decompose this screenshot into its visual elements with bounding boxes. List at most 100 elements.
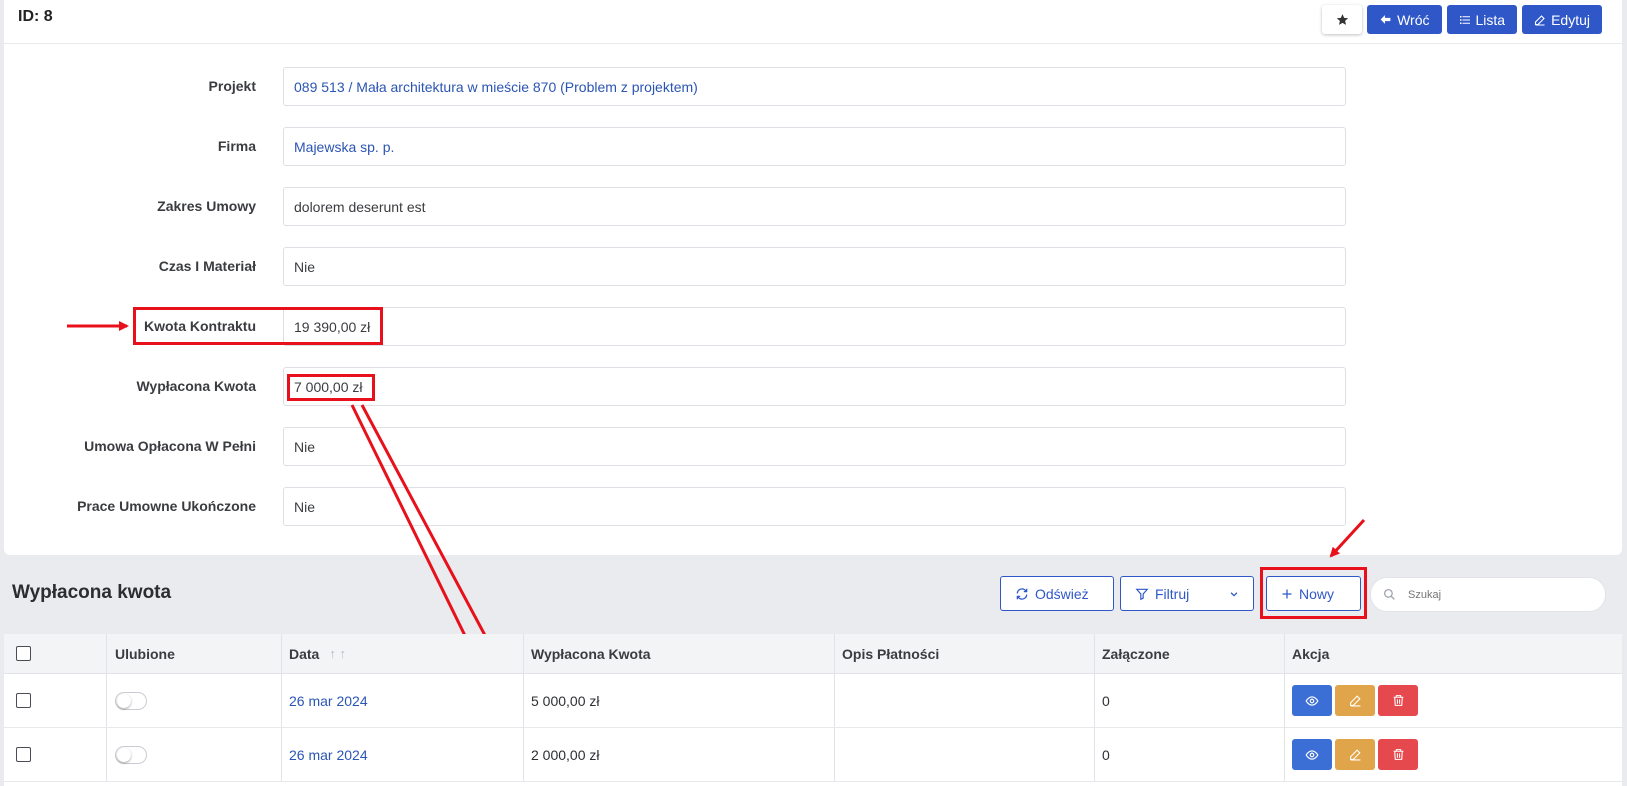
column-separator [834,634,835,673]
column-separator [106,634,107,673]
field-label: Wypłacona Kwota [136,378,256,394]
view-button[interactable] [1292,685,1332,716]
column-date-label: Data [289,645,320,662]
action-cell [1292,674,1421,727]
column-action: Akcja [1292,645,1330,662]
list-button-label: Lista [1475,11,1506,28]
search-icon [1383,588,1395,600]
table-header: Ulubione Data ↑ ↑ Wypłacona Kwota Opis P… [4,634,1622,674]
field-row-project: Projekt 089 513 / Mała architektura w mi… [4,67,1622,107]
attached-cell: 0 [1102,692,1110,709]
section-title: Wypłacona kwota [12,582,172,603]
new-button[interactable]: Nowy [1266,576,1361,611]
attached-cell: 0 [1102,746,1110,763]
pencil-icon [1349,695,1361,707]
new-button-label: Nowy [1299,585,1335,602]
edit-button[interactable]: Edytuj [1522,5,1602,34]
highlight-contract-amount [133,307,383,345]
row-select-cell [16,674,31,727]
select-all-cell [16,634,31,673]
column-date[interactable]: Data ↑ ↑ [289,634,346,673]
date-link[interactable]: 26 mar 2024 [289,728,368,781]
favorite-toggle[interactable] [115,745,147,764]
header-actions: Wróć Lista Edytuj [1322,5,1602,34]
project-field[interactable]: 089 513 / Mała architektura w mieście 87… [283,67,1346,106]
list-button[interactable]: Lista [1446,5,1518,34]
column-separator [1094,674,1095,727]
favorite-toggle[interactable] [115,691,147,710]
table-row: 26 mar 2024 2 000,00 zł 0 [4,728,1622,782]
column-separator [1094,634,1095,673]
work-completed-field: Nie [283,487,1346,526]
column-separator [281,674,282,727]
field-row-time-material: Czas I Materiał Nie [4,247,1622,287]
paid-amount-cell: 5 000,00 zł [531,692,600,709]
search-input[interactable] [1408,588,1588,601]
field-label: Czas I Materiał [158,258,256,274]
column-separator [834,674,835,727]
arrow-left-icon [1380,15,1391,24]
column-separator [281,634,282,673]
column-paid-amount[interactable]: Wypłacona Kwota [531,634,651,673]
table-row: 26 mar 2024 5 000,00 zł 0 [4,674,1622,728]
column-separator [523,674,524,727]
column-separator [834,728,835,781]
plus-icon [1282,589,1292,598]
pencil-icon [1349,749,1361,761]
field-row-paid-amount: Wypłacona Kwota 7 000,00 zł [4,367,1622,407]
filter-icon [1135,588,1149,600]
search-box[interactable] [1370,577,1606,612]
field-row-work-completed: Prace Umowne Ukończone Nie [4,487,1622,527]
favorite-cell [115,674,147,727]
column-separator [106,674,107,727]
back-button[interactable]: Wróć [1367,5,1442,34]
action-cell [1292,728,1421,781]
column-separator [1284,728,1285,781]
row-checkbox[interactable] [16,693,31,708]
fully-paid-field: Nie [283,427,1346,466]
delete-row-button[interactable] [1378,739,1418,770]
paid-amount-cell: 2 000,00 zł [531,746,600,763]
refresh-button-label: Odśwież [1035,585,1089,602]
edit-button-label: Edytuj [1551,11,1590,28]
edit-row-button[interactable] [1335,739,1375,770]
field-row-scope: Zakres Umowy dolorem deserunt est [4,187,1622,227]
column-separator [1094,728,1095,781]
company-field[interactable]: Majewska sp. p. [283,127,1346,166]
row-checkbox[interactable] [16,747,31,762]
field-label: Zakres Umowy [157,198,256,214]
trash-icon [1393,695,1403,706]
column-separator [1284,634,1285,673]
field-label: Umowa Opłacona W Pełni [84,438,256,454]
column-payment-description[interactable]: Opis Płatności [842,634,939,673]
refresh-icon [1016,587,1028,600]
favorite-cell [115,728,147,781]
page-title: ID: 8 [18,8,53,25]
scope-field: dolorem deserunt est [283,187,1346,226]
filter-button-content: Filtruj [1135,586,1189,602]
delete-row-button[interactable] [1378,685,1418,716]
edit-row-button[interactable] [1335,685,1375,716]
refresh-button[interactable]: Odśwież [1000,576,1114,611]
favorite-button[interactable] [1322,5,1363,34]
eye-icon [1305,695,1319,706]
back-button-label: Wróć [1397,11,1430,28]
field-row-company: Firma Majewska sp. p. [4,127,1622,167]
column-favorites[interactable]: Ulubione [115,634,175,673]
field-label: Prace Umowne Ukończone [77,498,256,514]
sort-arrows-icon[interactable]: ↑ ↑ [329,646,346,661]
star-icon [1336,14,1348,25]
column-attached[interactable]: Załączone [1102,634,1170,673]
select-all-checkbox[interactable] [16,646,31,661]
detail-header: ID: 8 Wróć Lista Edytuj [4,0,1622,44]
filter-button[interactable]: Filtruj [1120,576,1254,611]
column-separator [523,728,524,781]
highlight-paid-amount [287,374,375,401]
chevron-down-icon [1230,591,1238,597]
pencil-icon [1535,14,1545,26]
row-select-cell [16,728,31,781]
view-button[interactable] [1292,739,1332,770]
date-link[interactable]: 26 mar 2024 [289,674,368,727]
filter-button-label: Filtruj [1155,585,1190,602]
field-label: Projekt [208,78,256,94]
